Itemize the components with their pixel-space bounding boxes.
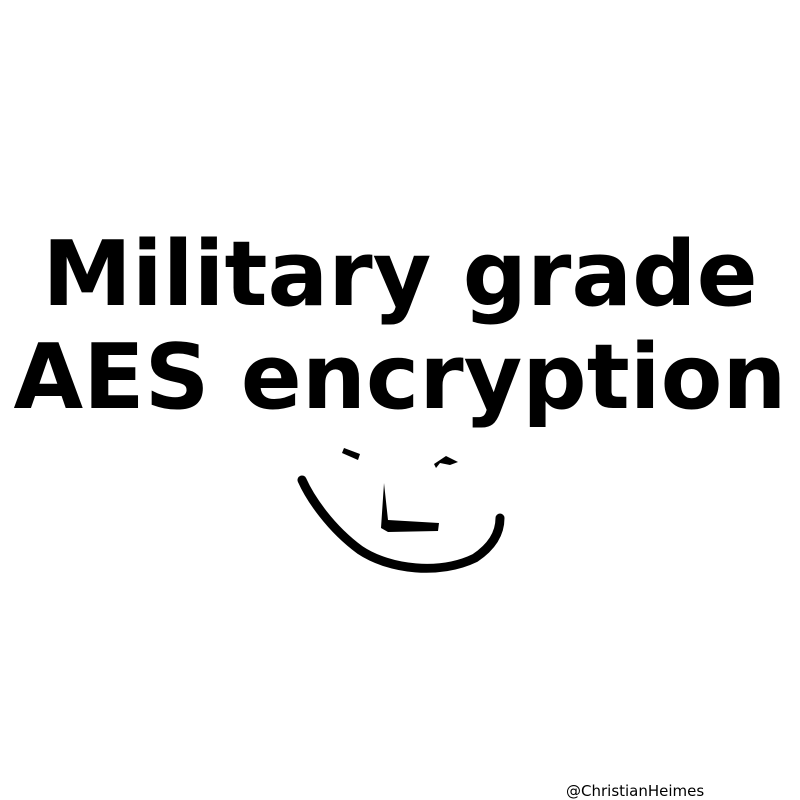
left-eye [342,448,360,460]
right-eye [434,456,458,468]
author-credit: @ChristianHeimes [566,782,705,800]
headline: Military grade AES encryption [0,223,800,429]
nose [381,483,439,532]
smiley-face-icon [297,448,505,573]
headline-line-1: Military grade [42,222,758,327]
headline-line-2: AES encryption [13,325,787,430]
